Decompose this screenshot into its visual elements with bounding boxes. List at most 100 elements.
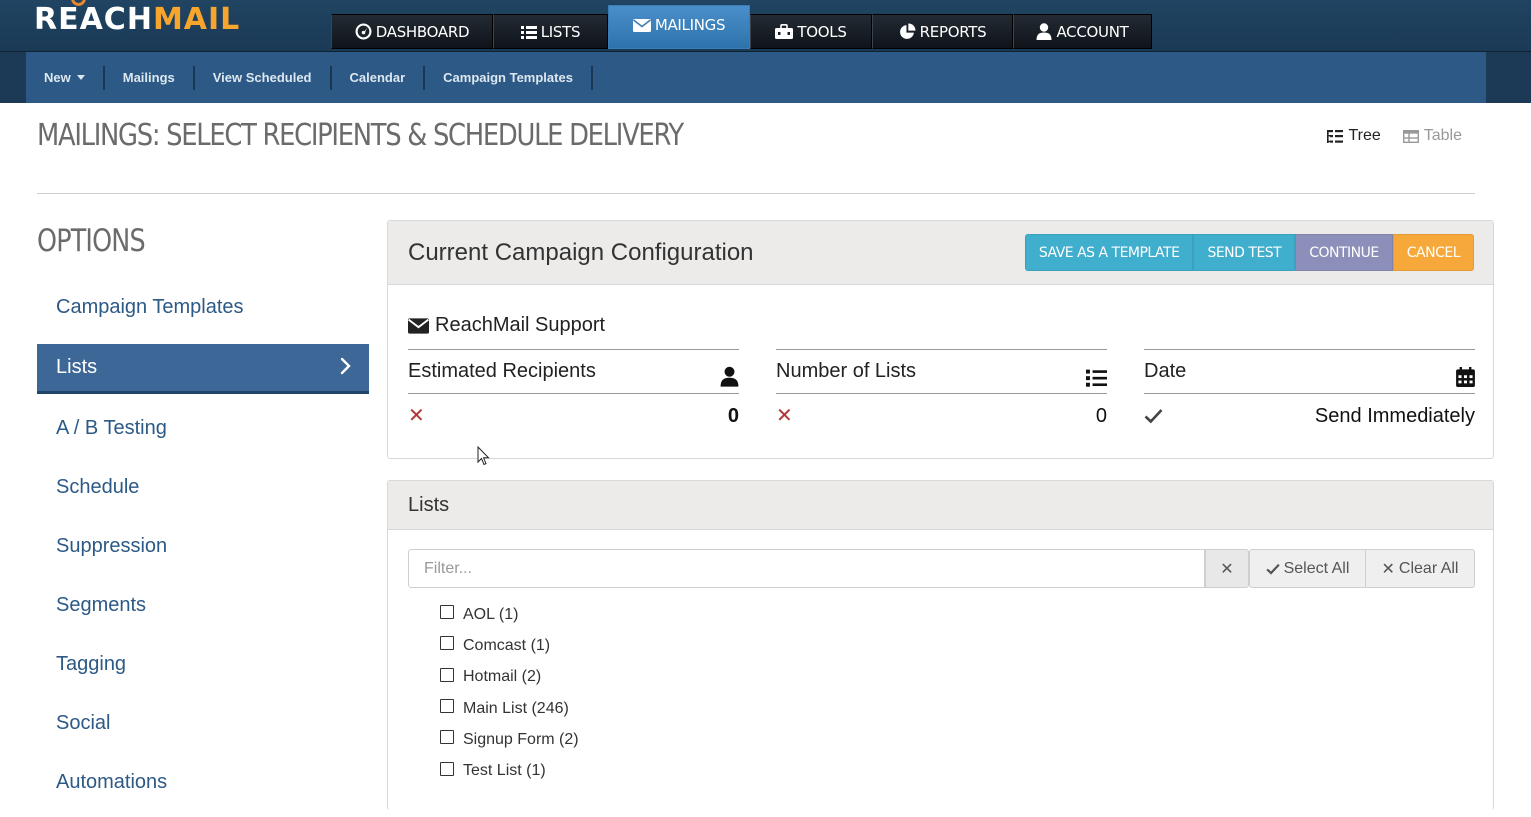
toolbox-icon — [775, 24, 794, 39]
stat-label-text: Estimated Recipients — [408, 360, 596, 382]
list-item-main-list[interactable]: Main List (246) — [440, 693, 579, 724]
subnav-campaign-templates[interactable]: Campaign Templates — [425, 65, 593, 90]
dashboard-icon — [355, 23, 372, 40]
list-item-label: AOL (1) — [463, 605, 519, 623]
stat-value: Send Immediately — [1314, 405, 1475, 427]
sidebar-item-segments[interactable]: Segments — [37, 581, 369, 640]
list-item-aol[interactable]: AOL (1) — [440, 599, 579, 630]
clear-filter-button[interactable]: ✕ — [1205, 549, 1249, 588]
options-sidebar: Campaign Templates Lists A / B Testing S… — [37, 283, 369, 817]
view-tree-button[interactable]: Tree — [1327, 127, 1381, 145]
subnav-new-dropdown[interactable]: New — [26, 65, 105, 90]
page-title: MAILINGS: SELECT RECIPIENTS & SCHEDULE D… — [37, 118, 684, 153]
list-item-label: Signup Form (2) — [463, 730, 579, 748]
main-nav: DASHBOARD LISTS MAILINGS TOOLS REPORTS A… — [331, 5, 1152, 49]
nav-tab-label: LISTS — [540, 22, 581, 41]
stat-value: 0 — [1095, 405, 1107, 427]
list-item-label: Comcast (1) — [463, 636, 551, 654]
stat-value: 0 — [727, 405, 739, 427]
checkbox[interactable] — [440, 730, 454, 745]
tree-icon — [1327, 129, 1344, 143]
header-divider — [37, 193, 1475, 194]
stat-value-row: Send Immediately — [1144, 394, 1475, 438]
invalid-x-icon: ✕ — [776, 405, 793, 427]
checkbox[interactable] — [440, 699, 454, 714]
send-test-button[interactable]: SEND TEST — [1193, 234, 1296, 271]
stat-date: Date Send Immediately — [1144, 349, 1475, 438]
nav-tab-mailings[interactable]: MAILINGS — [608, 5, 750, 49]
options-title: OPTIONS — [37, 223, 146, 259]
subnav-view-scheduled[interactable]: View Scheduled — [195, 65, 332, 90]
stat-label-text: Date — [1144, 360, 1187, 382]
reachmail-logo[interactable]: REACHMAIL — [34, 0, 241, 39]
config-panel-header: Current Campaign Configuration SAVE AS A… — [388, 221, 1493, 285]
list-item-comcast[interactable]: Comcast (1) — [440, 630, 579, 661]
nav-tab-lists[interactable]: LISTS — [493, 14, 608, 49]
view-table-button[interactable]: Table — [1402, 127, 1462, 145]
checkbox[interactable] — [440, 761, 454, 776]
view-tree-label: Tree — [1348, 127, 1381, 144]
stat-value-row: ✕ 0 — [776, 394, 1107, 438]
nav-tab-label: MAILINGS — [654, 16, 726, 34]
nav-tab-label: REPORTS — [919, 22, 987, 41]
list-item-signup-form[interactable]: Signup Form (2) — [440, 724, 579, 755]
sidebar-item-ab-testing[interactable]: A / B Testing — [37, 404, 369, 463]
checkbox[interactable] — [440, 605, 454, 620]
sidebar-item-schedule[interactable]: Schedule — [37, 463, 369, 522]
save-as-template-button[interactable]: SAVE AS A TEMPLATE — [1024, 234, 1194, 271]
sidebar-item-label: Lists — [56, 356, 98, 378]
continue-button[interactable]: CONTINUE — [1295, 234, 1393, 271]
chevron-right-icon — [339, 344, 353, 407]
nav-tab-label: TOOLS — [797, 22, 847, 41]
close-icon: ✕ — [1381, 560, 1395, 578]
subnav-calendar[interactable]: Calendar — [332, 65, 426, 90]
checkbox[interactable] — [440, 667, 454, 682]
sidebar-item-campaign-templates[interactable]: Campaign Templates — [37, 283, 369, 342]
list-item-label: Main List (246) — [463, 699, 569, 717]
view-toggle: Tree Table — [1327, 127, 1462, 145]
stat-number-of-lists: Number of Lists ✕ 0 — [776, 349, 1107, 438]
table-icon — [1402, 129, 1419, 143]
close-icon: ✕ — [1220, 560, 1234, 578]
check-icon — [1265, 563, 1280, 575]
checkbox[interactable] — [440, 636, 454, 651]
stat-value-row: ✕ 0 — [408, 394, 739, 438]
nav-tab-tools[interactable]: TOOLS — [750, 14, 872, 49]
nav-tab-dashboard[interactable]: DASHBOARD — [331, 14, 493, 49]
sidebar-item-social[interactable]: Social — [37, 699, 369, 758]
clear-all-button[interactable]: ✕ Clear All — [1365, 549, 1475, 588]
mouse-cursor-icon — [477, 446, 490, 466]
config-action-buttons: SAVE AS A TEMPLATE SEND TEST CONTINUE CA… — [1024, 234, 1474, 271]
caret-down-icon — [76, 74, 85, 80]
logo-text-reach: REACH — [34, 2, 153, 37]
logo-text-mail: MAIL — [152, 2, 241, 37]
cancel-button[interactable]: CANCEL — [1392, 234, 1474, 271]
sidebar-item-tagging[interactable]: Tagging — [37, 640, 369, 699]
stat-label: Date — [1144, 349, 1475, 394]
subbar-left-edge — [0, 52, 26, 103]
nav-tab-label: ACCOUNT — [1056, 22, 1129, 41]
subnav-mailings[interactable]: Mailings — [105, 65, 195, 90]
subbar-right-edge — [1486, 52, 1531, 103]
nav-tab-account[interactable]: ACCOUNT — [1013, 14, 1152, 49]
nav-tab-reports[interactable]: REPORTS — [872, 14, 1013, 49]
list-item-test-list[interactable]: Test List (1) — [440, 755, 579, 786]
stat-label: Estimated Recipients — [408, 349, 739, 394]
top-navbar: REACHMAIL DASHBOARD LISTS MAILINGS TOOLS… — [0, 0, 1531, 52]
clear-all-label: Clear All — [1398, 559, 1459, 577]
sidebar-item-suppression[interactable]: Suppression — [37, 522, 369, 581]
list-item-label: Hotmail (2) — [463, 668, 542, 686]
stat-label: Number of Lists — [776, 349, 1107, 394]
list-item-label: Test List (1) — [463, 762, 546, 780]
list-filter-input[interactable]: Filter... — [408, 549, 1205, 588]
sidebar-item-automations[interactable]: Automations — [37, 758, 369, 817]
view-table-label: Table — [1423, 127, 1462, 144]
lists-panel: Lists Filter... ✕ Select All ✕ Clear All… — [387, 480, 1494, 810]
subnav-new-label: New — [44, 69, 71, 85]
sidebar-item-lists[interactable]: Lists — [37, 344, 369, 394]
list-item-hotmail[interactable]: Hotmail (2) — [440, 662, 579, 693]
lists-panel-title: Lists — [408, 494, 450, 516]
list-checklist: AOL (1) Comcast (1) Hotmail (2) Main Lis… — [440, 599, 579, 787]
select-all-button[interactable]: Select All — [1249, 549, 1366, 588]
sender-name: ReachMail Support — [435, 314, 606, 336]
